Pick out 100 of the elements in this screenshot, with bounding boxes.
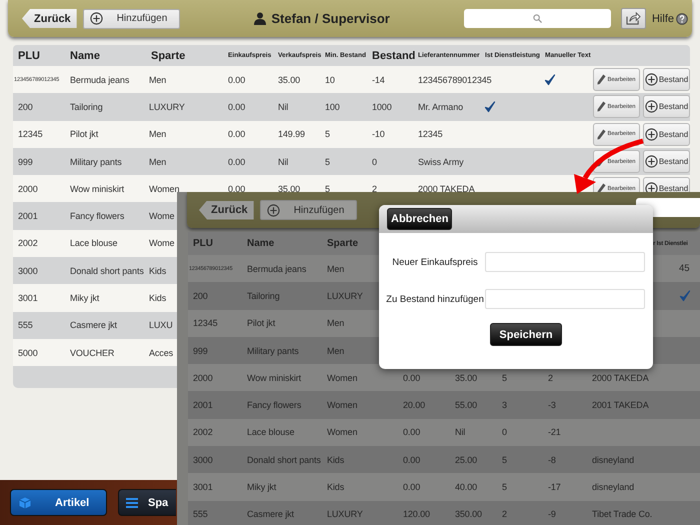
user-icon (254, 12, 266, 25)
tab[interactable]: Artikel (10, 489, 107, 516)
table-cell-text: Acces (148, 348, 174, 358)
table-cell-text: Nil (454, 427, 466, 438)
add-stock-button[interactable]: Bestand (643, 68, 690, 92)
table-cell: 45 (679, 263, 690, 274)
table-cell-text: 2000 TAKEDA (417, 184, 475, 194)
table-cell-text: Kids (326, 482, 344, 492)
table-cell-text: Swiss Army (417, 156, 464, 167)
add-button[interactable]: Hinzufügen (82, 8, 180, 28)
table-cell-text: 5 (324, 184, 330, 194)
table-cell-text: 35.00 (277, 74, 300, 85)
table-cell-text: 2000 (192, 372, 213, 383)
table-cell-text: Men (148, 156, 166, 167)
table-cell-text: Tailoring (246, 290, 280, 301)
table-cell-text: 0.00 (402, 454, 420, 465)
table-cell-text: Bermuda jeans (246, 264, 306, 274)
add-stock-button[interactable]: Bestand (643, 150, 690, 174)
list-icon (126, 496, 138, 508)
table-cell-text: Fancy flowers (69, 211, 124, 222)
table-cell-text: 12345 (17, 129, 43, 140)
column-header: Bestand (371, 50, 416, 62)
table-cell-text: 35.00 (454, 372, 478, 383)
pencil-icon (597, 128, 606, 140)
help-button[interactable]: Hilfe (652, 12, 688, 24)
table-cell-text: Men (326, 318, 344, 328)
table-cell-text: Men (148, 129, 166, 140)
table-cell-text: Tibet Trade Co. (591, 509, 652, 520)
table-cell-text: Women (148, 184, 180, 194)
table-cell-text: Kids (148, 266, 166, 276)
table-cell-text: Lace blouse (69, 238, 118, 248)
column-header: Sparte (150, 50, 186, 62)
table-cell-text: 5 (501, 372, 507, 383)
table-cell-text: 20.00 (402, 400, 426, 410)
column-header: PLU (192, 238, 213, 249)
cancel-button[interactable]: Abbrechen (387, 208, 452, 230)
arrow (574, 138, 644, 194)
share-icon (626, 12, 641, 25)
table-cell-text: Mr. Armano (417, 102, 464, 112)
search-icon (532, 14, 542, 23)
column-header: Name (69, 50, 100, 62)
table-cell-text: 12345 (192, 318, 218, 328)
plus-icon (266, 204, 280, 216)
cube-icon (19, 496, 31, 508)
table-cell-text: 55.00 (454, 400, 478, 410)
plus-icon (644, 100, 658, 114)
table-cell-text: disneyland (591, 482, 634, 492)
table-cell-text: 555 (17, 320, 33, 330)
table-cell-text: 10 (324, 74, 335, 85)
table-cell-text: 5 (501, 482, 507, 492)
table-cell-text: Miky jkt (69, 293, 100, 304)
table-cell-text: 149.99 (277, 129, 305, 140)
add-stock-button[interactable]: Bestand (643, 122, 690, 146)
table-cell-text: 200 (192, 290, 208, 301)
table-cell-text: 100 (324, 102, 340, 112)
save-button[interactable]: Speichern (490, 323, 562, 346)
table-cell-text: 0.00 (402, 482, 420, 492)
input-field[interactable] (485, 289, 645, 309)
plus-icon (644, 155, 658, 168)
table-cell-text: 200 (17, 102, 33, 112)
table-cell-text: Tailoring (69, 102, 103, 112)
table-cell-text: Lace blouse (246, 427, 294, 438)
help-icon (676, 12, 688, 24)
back-button[interactable]: Zurück (199, 200, 254, 220)
add-stock-button[interactable]: Bestand (643, 95, 690, 118)
table-cell-text: Women (326, 400, 358, 410)
table-cell-text: Bermuda jeans (69, 74, 130, 85)
table-cell-text: -3 (547, 400, 556, 410)
tab[interactable]: Spa (118, 489, 176, 516)
table-cell-text: 350.00 (454, 509, 482, 520)
table-cell-text: 3000 (192, 454, 213, 465)
field-label: Zu Bestand hinzufügen (385, 294, 485, 304)
table-cell-text: -10 (371, 129, 385, 140)
share-button[interactable] (620, 8, 646, 29)
table-cell-text: Miky jkt (246, 482, 276, 492)
table-cell-text: disneyland (591, 454, 634, 465)
table-cell-text: Donald short pants (69, 266, 144, 276)
table-cell-text: 5 (324, 156, 330, 167)
table-cell-text: 5 (324, 129, 330, 140)
table-cell-text: 999 (17, 156, 33, 167)
search-field[interactable] (464, 9, 611, 28)
table-cell-text: Fancy flowers (246, 400, 302, 410)
table-cell-text: 1000 (371, 102, 392, 112)
back-button[interactable]: Zurück (22, 9, 77, 28)
table-cell-text: 2 (547, 372, 553, 383)
table-cell-text: 25.00 (454, 454, 478, 465)
table-cell-text: Wome (148, 238, 174, 248)
table-cell-text: Kids (148, 293, 166, 304)
table-cell-text: Nil (277, 156, 288, 167)
table-cell-text: Wow miniskirt (69, 184, 124, 194)
table-cell-text: 999 (192, 346, 208, 356)
table-cell-text: 2001 TAKEDA (591, 400, 649, 410)
table-cell-text: VOUCHER (69, 348, 114, 358)
input-field[interactable] (485, 252, 645, 272)
column-header: Sparte (326, 238, 358, 249)
table-cell-text: Pilot jkt (246, 318, 276, 328)
table-cell-text: 2002 (17, 238, 38, 248)
table-cell-text: Men (326, 346, 344, 356)
table-cell-text: 12345 (417, 129, 443, 140)
add-button[interactable]: Hinzufügen (260, 200, 358, 220)
